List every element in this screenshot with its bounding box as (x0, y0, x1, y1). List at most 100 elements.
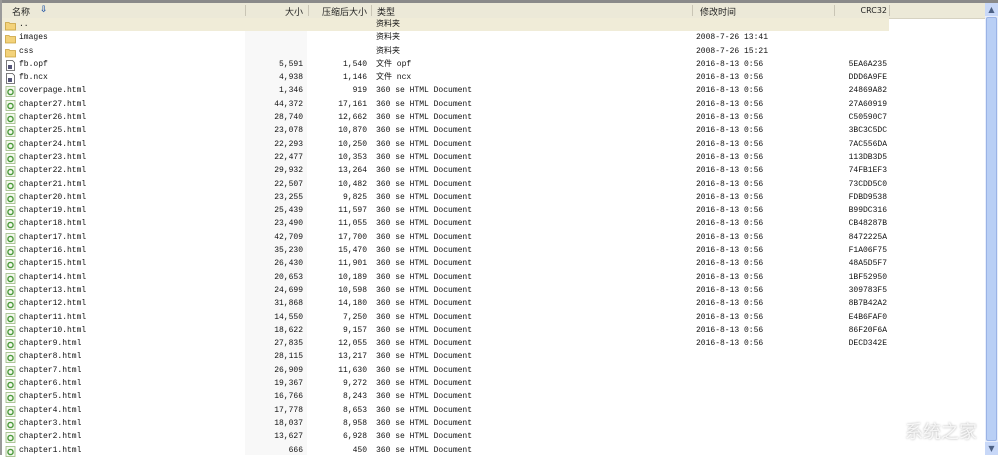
html-icon (5, 432, 16, 444)
column-divider[interactable] (692, 5, 693, 16)
file-row[interactable]: chapter16.html 35,230 15,470 360 se HTML Do… (2, 244, 985, 257)
file-row[interactable]: chapter9.html 27,835 12,055 360 se HTML Doc… (2, 337, 985, 351)
crc32: DECD342E (848, 339, 887, 349)
compressed-size: 17,161 (338, 99, 367, 109)
file-row[interactable]: chapter26.html 28,740 12,662 360 se HTML Do… (2, 111, 985, 124)
file-type: 360 se HTML Document (376, 166, 473, 176)
file-row[interactable]: fb.opf 5,591 1,540 文件 opf 2016-8-13 0:56 5EA6… (2, 58, 985, 71)
header-name[interactable]: 名称 (12, 5, 30, 18)
column-divider[interactable] (889, 5, 890, 16)
file-row[interactable]: chapter20.html 23,255 9,825 360 se HTML Doc… (2, 191, 985, 204)
file-size: 19,367 (274, 379, 303, 389)
compressed-size: 919 (352, 86, 367, 96)
header-modified[interactable]: 修改时间 (700, 5, 736, 18)
file-row[interactable]: chapter6.html 19,367 9,272 360 se HTML Docu… (2, 377, 985, 390)
file-row[interactable]: fb.ncx 4,938 1,146 文件 ncx 2016-8-13 0:56 DDD6… (2, 71, 985, 85)
file-size: 4,938 (278, 73, 303, 83)
file-row[interactable]: chapter11.html 14,550 7,250 360 se HTML Doc… (2, 311, 985, 324)
modified-time: 2016-8-13 0:56 (696, 139, 764, 149)
file-row[interactable]: chapter25.html 23,078 10,870 360 se HTML Do… (2, 124, 985, 138)
file-name: chapter4.html (19, 405, 82, 415)
file-row[interactable]: chapter18.html 23,490 11,055 360 se HTML Do… (2, 217, 985, 231)
file-row[interactable]: chapter10.html 18,622 9,157 360 se HTML Doc… (2, 324, 985, 337)
file-row[interactable]: chapter4.html 17,778 8,653 360 se HTML Docu… (2, 404, 985, 417)
html-icon (5, 99, 16, 111)
header-type[interactable]: 类型 (377, 5, 395, 18)
file-type: 360 se HTML Document (376, 139, 473, 149)
file-name: chapter26.html (19, 113, 87, 123)
file-row[interactable]: chapter5.html 16,766 8,243 360 se HTML Docu… (2, 390, 985, 404)
column-divider[interactable] (245, 5, 246, 16)
file-name: chapter16.html (19, 246, 87, 256)
scroll-down-icon[interactable]: ▼ (985, 442, 998, 455)
file-name: chapter1.html (19, 445, 82, 455)
html-icon (5, 126, 16, 138)
file-row[interactable]: chapter14.html 20,653 10,189 360 se HTML Do… (2, 271, 985, 284)
header-size[interactable]: 大小 (285, 5, 303, 18)
file-row[interactable]: chapter22.html 29,932 13,264 360 se HTML Do… (2, 164, 985, 178)
scroll-up-icon[interactable]: ▲ (985, 3, 998, 16)
file-name: chapter12.html (19, 299, 87, 309)
file-name: fb.ncx (19, 73, 48, 83)
file-name: chapter8.html (19, 352, 82, 362)
file-name: chapter18.html (19, 219, 87, 229)
file-row[interactable]: css 资料夹 2008-7-26 15:21 (2, 45, 985, 58)
file-row[interactable]: chapter7.html 26,909 11,630 360 se HTML Doc… (2, 364, 985, 377)
vertical-scrollbar[interactable]: ▲ ▼ (985, 3, 998, 455)
compressed-size: 9,272 (342, 379, 367, 389)
compressed-size: 12,055 (338, 339, 367, 349)
file-type: 360 se HTML Document (376, 365, 473, 375)
file-size: 23,490 (274, 219, 303, 229)
compressed-size: 10,482 (338, 179, 367, 189)
file-type: 360 se HTML Document (376, 86, 473, 96)
file-name: images (19, 33, 48, 43)
crc32: 1BF52950 (848, 272, 887, 282)
file-row[interactable]: coverpage.html 1,346 919 360 se HTML Docume… (2, 84, 985, 98)
header-compressed[interactable]: 压缩后大小 (322, 5, 367, 18)
file-type: 360 se HTML Document (376, 312, 473, 322)
file-name: chapter15.html (19, 259, 87, 269)
file-row[interactable]: chapter13.html 24,699 10,598 360 se HTML Do… (2, 284, 985, 297)
html-icon (5, 166, 16, 178)
html-icon (5, 219, 16, 231)
modified-time: 2016-8-13 0:56 (696, 99, 764, 109)
html-icon (5, 379, 16, 390)
file-size: 20,653 (274, 272, 303, 282)
modified-time: 2016-8-13 0:56 (696, 312, 764, 322)
html-icon (5, 232, 16, 244)
file-name: chapter9.html (19, 339, 82, 349)
file-row[interactable]: chapter24.html 22,293 10,250 360 se HTML Do… (2, 138, 985, 151)
scrollbar-thumb[interactable] (986, 17, 997, 441)
file-row[interactable]: .. 资料夹 (2, 18, 889, 32)
html-icon (5, 339, 16, 351)
column-divider[interactable] (834, 5, 835, 16)
file-row[interactable]: chapter3.html 18,037 8,958 360 se HTML Docu… (2, 417, 985, 430)
compressed-size: 13,217 (338, 352, 367, 362)
modified-time: 2016-8-13 0:56 (696, 152, 764, 162)
file-name: chapter23.html (19, 152, 87, 162)
file-row[interactable]: chapter19.html 25,439 11,597 360 se HTML Do… (2, 204, 985, 218)
file-size: 23,078 (274, 126, 303, 136)
file-row[interactable]: chapter17.html 42,709 17,700 360 se HTML Do… (2, 231, 985, 244)
file-name: chapter14.html (19, 272, 87, 282)
column-divider[interactable] (308, 5, 309, 16)
file-size: 26,909 (274, 365, 303, 375)
file-size: 25,439 (274, 206, 303, 216)
file-type: 360 se HTML Document (376, 432, 473, 442)
header-crc[interactable]: CRC32 (860, 6, 887, 15)
file-row[interactable]: chapter12.html 31,868 14,180 360 se HTML Do… (2, 297, 985, 311)
file-row[interactable]: chapter15.html 26,430 11,901 360 se HTML Do… (2, 257, 985, 271)
file-row[interactable]: chapter2.html 13,627 6,928 360 se HTML Docu… (2, 430, 985, 444)
file-row[interactable]: chapter8.html 28,115 13,217 360 se HTML Doc… (2, 350, 985, 364)
file-size: 22,507 (274, 179, 303, 189)
column-divider[interactable] (371, 5, 372, 16)
watermark-logo: 系统之家 (905, 422, 977, 443)
file-row[interactable]: chapter27.html 44,372 17,161 360 se HTML Do… (2, 98, 985, 111)
file-row[interactable]: images 资料夹 2008-7-26 13:41 (2, 31, 985, 44)
file-type: 360 se HTML Document (376, 418, 473, 428)
file-row[interactable]: chapter21.html 22,507 10,482 360 se HTML Do… (2, 178, 985, 191)
file-row[interactable]: chapter23.html 22,477 10,353 360 se HTML Do… (2, 151, 985, 164)
crc32: 7AC556DA (848, 139, 887, 149)
modified-time: 2008-7-26 13:41 (696, 33, 769, 43)
file-name: chapter2.html (19, 432, 82, 442)
